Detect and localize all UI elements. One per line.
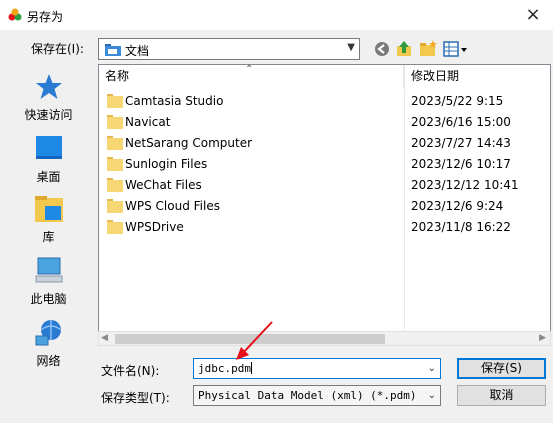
filename-label: 文件名(N): (101, 364, 160, 378)
place-label: 此电脑 (30, 292, 67, 306)
title-bar: 另存为 × (0, 0, 553, 31)
places-bar: 快速访问 桌面 库 此电脑 网络 (2, 64, 95, 414)
folder-icon (107, 157, 123, 171)
chevron-down-icon[interactable]: ⌄ (428, 390, 436, 401)
folder-icon (107, 178, 123, 192)
filetype-label: 保存类型(T): (101, 391, 170, 405)
file-date: 2023/7/27 14:43 (411, 136, 511, 150)
chevron-down-icon[interactable]: ▼ (347, 42, 355, 53)
folder-icon (107, 220, 123, 234)
folder-icon (107, 136, 123, 150)
file-list[interactable]: 名称 ⌃ 修改日期 Camtasia Studio 2023/5/22 9:15… (98, 64, 551, 347)
column-header-name-label: 名称 (105, 69, 130, 83)
column-header-date-label: 修改日期 (411, 69, 460, 83)
column-header-date[interactable]: 修改日期 (405, 65, 551, 89)
desktop-icon (35, 136, 62, 159)
view-menu-icon[interactable] (442, 39, 470, 59)
save-in-value: 文档 (125, 44, 150, 58)
documents-folder-icon (105, 44, 121, 56)
list-item[interactable]: WPSDrive 2023/11/8 16:22 (105, 217, 545, 238)
network-icon (35, 320, 61, 346)
list-item[interactable]: NetSarang Computer 2023/7/27 14:43 (105, 133, 545, 154)
scroll-right-icon[interactable]: ▶ (539, 333, 546, 343)
place-quick-access[interactable]: 快速访问 (2, 72, 95, 132)
list-item[interactable]: Sunlogin Files 2023/12/6 10:17 (105, 154, 545, 175)
save-button[interactable]: 保存(S) (457, 358, 546, 379)
file-date: 2023/12/6 10:17 (411, 157, 511, 171)
scroll-left-icon[interactable]: ◀ (101, 333, 108, 343)
app-icon (8, 8, 22, 21)
filetype-select[interactable]: Physical Data Model (xml) (*.pdm) ⌄ (193, 385, 441, 406)
list-item[interactable]: WPS Cloud Files 2023/12/6 9:24 (105, 196, 545, 217)
file-name: Sunlogin Files (125, 157, 208, 171)
save-in-combo[interactable]: 文档 ▼ (98, 38, 360, 60)
close-button[interactable]: × (519, 2, 547, 28)
place-label: 库 (42, 230, 55, 244)
file-name: WPSDrive (125, 220, 184, 234)
back-icon[interactable] (372, 39, 392, 59)
column-header-name[interactable]: 名称 ⌃ (99, 64, 404, 89)
list-item[interactable]: Camtasia Studio 2023/5/22 9:15 (105, 91, 545, 112)
place-label: 快速访问 (24, 108, 73, 122)
star-icon (35, 74, 62, 99)
window-title: 另存为 (27, 10, 64, 24)
place-label: 桌面 (36, 170, 61, 184)
file-name: NetSarang Computer (125, 136, 253, 150)
filetype-value: Physical Data Model (xml) (*.pdm) (198, 389, 417, 402)
cancel-button[interactable]: 取消 (457, 385, 546, 406)
place-this-pc[interactable]: 此电脑 (2, 256, 95, 316)
sort-up-icon: ⌃ (245, 64, 254, 75)
new-folder-icon[interactable] (418, 39, 438, 59)
file-name: Navicat (125, 115, 171, 129)
folder-icon (107, 115, 123, 129)
chevron-down-icon[interactable]: ⌄ (428, 363, 436, 374)
file-name: WeChat Files (125, 178, 202, 192)
horizontal-scrollbar[interactable]: ◀ ▶ (98, 331, 551, 346)
save-in-label: 保存在(I): (31, 42, 84, 56)
place-network[interactable]: 网络 (2, 318, 95, 378)
file-date: 2023/5/22 9:15 (411, 94, 504, 108)
file-date: 2023/6/16 15:00 (411, 115, 511, 129)
filename-value: jdbc.pdm (198, 362, 252, 375)
folder-icon (107, 199, 123, 213)
up-folder-icon[interactable] (395, 39, 415, 59)
place-library[interactable]: 库 (2, 194, 95, 254)
library-icon (34, 196, 63, 222)
file-date: 2023/11/8 16:22 (411, 220, 511, 234)
file-name: Camtasia Studio (125, 94, 224, 108)
folder-icon (107, 94, 123, 108)
place-desktop[interactable]: 桌面 (2, 134, 95, 194)
place-label: 网络 (36, 354, 61, 368)
list-item[interactable]: WeChat Files 2023/12/12 10:41 (105, 175, 545, 196)
annotation-arrow-icon (236, 321, 273, 360)
computer-icon (35, 257, 62, 283)
file-name: WPS Cloud Files (125, 199, 220, 213)
file-date: 2023/12/6 9:24 (411, 199, 504, 213)
file-date: 2023/12/12 10:41 (411, 178, 519, 192)
list-item[interactable]: Navicat 2023/6/16 15:00 (105, 112, 545, 133)
